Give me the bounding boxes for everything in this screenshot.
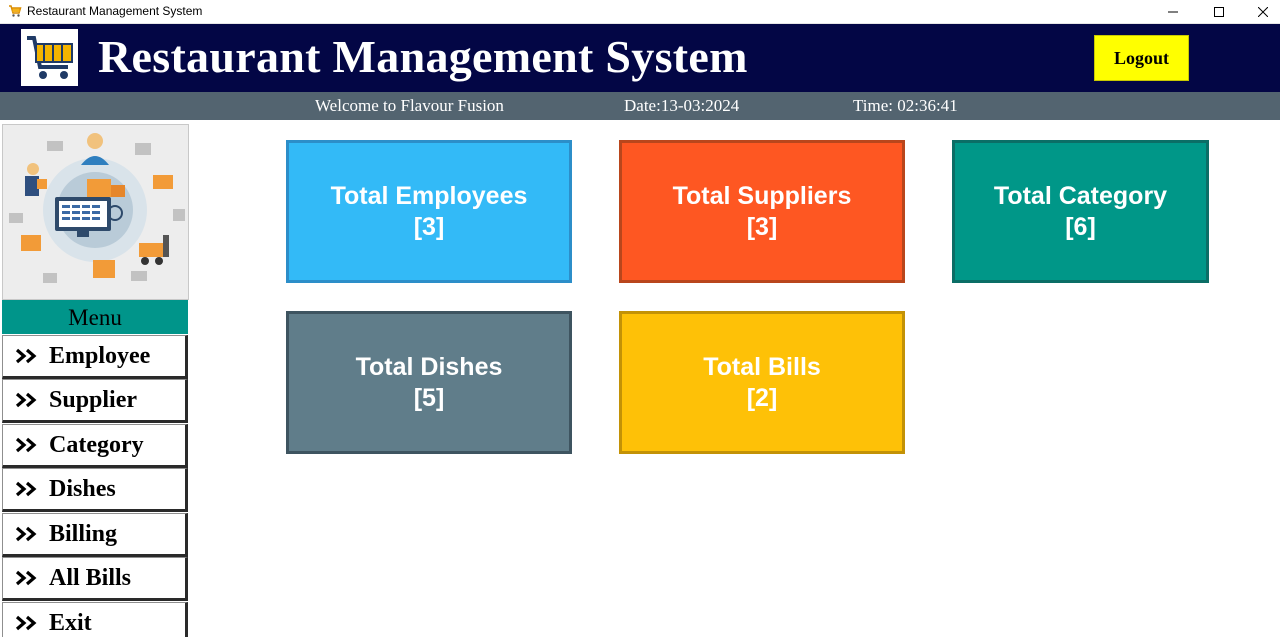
sidebar: Menu Employee Supplier Category Dishes B… bbox=[0, 122, 190, 637]
welcome-text: Welcome to Flavour Fusion bbox=[315, 96, 504, 115]
sidebar-item-label: Employee bbox=[49, 342, 151, 369]
shopping-cart-icon bbox=[21, 29, 78, 86]
sidebar-item-billing[interactable]: Billing bbox=[2, 513, 188, 557]
status-bar: Welcome to Flavour Fusion Date:13-03:202… bbox=[0, 92, 1280, 120]
card-total-bills[interactable]: Total Bills [2] bbox=[619, 311, 905, 454]
card-title: Total Bills bbox=[703, 352, 821, 381]
card-title: Total Employees bbox=[330, 181, 528, 210]
logout-button[interactable]: Logout bbox=[1094, 35, 1189, 81]
sidebar-item-label: Supplier bbox=[49, 386, 138, 413]
sidebar-item-category[interactable]: Category bbox=[2, 424, 188, 468]
card-title: Total Dishes bbox=[355, 352, 503, 381]
card-count: [3] bbox=[413, 212, 445, 241]
shopping-cart-icon bbox=[9, 5, 22, 17]
sidebar-item-dishes[interactable]: Dishes bbox=[2, 468, 188, 512]
maximize-icon bbox=[1214, 7, 1224, 17]
double-chevron-right-icon bbox=[15, 437, 39, 453]
double-chevron-right-icon bbox=[15, 615, 39, 631]
minimize-button[interactable] bbox=[1150, 0, 1196, 24]
card-count: [2] bbox=[746, 383, 778, 412]
app-header: Restaurant Management System Logout bbox=[0, 24, 1280, 92]
sidebar-item-label: Category bbox=[49, 431, 144, 458]
minimize-icon bbox=[1168, 11, 1178, 13]
sidebar-item-supplier[interactable]: Supplier bbox=[2, 379, 188, 423]
card-title: Total Category bbox=[993, 181, 1168, 210]
logistics-illustration bbox=[2, 124, 189, 300]
sidebar-item-label: Dishes bbox=[49, 475, 116, 502]
double-chevron-right-icon bbox=[15, 392, 39, 408]
window-titlebar: Restaurant Management System bbox=[0, 0, 1280, 24]
close-button[interactable] bbox=[1240, 0, 1280, 24]
date-text: Date:13-03:2024 bbox=[624, 96, 740, 115]
maximize-button[interactable] bbox=[1196, 0, 1242, 24]
card-title: Total Suppliers bbox=[672, 181, 852, 210]
card-total-category[interactable]: Total Category [6] bbox=[952, 140, 1209, 283]
double-chevron-right-icon bbox=[15, 348, 39, 364]
double-chevron-right-icon bbox=[15, 570, 39, 586]
menu-label: Menu bbox=[2, 300, 188, 334]
double-chevron-right-icon bbox=[15, 526, 39, 542]
card-total-employees[interactable]: Total Employees [3] bbox=[286, 140, 572, 283]
sidebar-item-label: Exit bbox=[49, 609, 92, 636]
card-count: [6] bbox=[1065, 212, 1096, 241]
cart-logo bbox=[21, 29, 78, 86]
card-count: [3] bbox=[746, 212, 778, 241]
card-total-dishes[interactable]: Total Dishes [5] bbox=[286, 311, 572, 454]
app-title: Restaurant Management System bbox=[98, 31, 748, 82]
sidebar-item-employee[interactable]: Employee bbox=[2, 335, 188, 379]
window-title: Restaurant Management System bbox=[27, 4, 203, 18]
sidebar-item-label: All Bills bbox=[49, 564, 132, 591]
card-count: [5] bbox=[413, 383, 445, 412]
sidebar-item-label: Billing bbox=[49, 520, 118, 547]
double-chevron-right-icon bbox=[15, 481, 39, 497]
card-total-suppliers[interactable]: Total Suppliers [3] bbox=[619, 140, 905, 283]
sidebar-item-exit[interactable]: Exit bbox=[2, 602, 188, 637]
close-icon bbox=[1258, 7, 1268, 17]
sidebar-item-all-bills[interactable]: All Bills bbox=[2, 557, 188, 601]
time-text: Time: 02:36:41 bbox=[853, 96, 958, 115]
